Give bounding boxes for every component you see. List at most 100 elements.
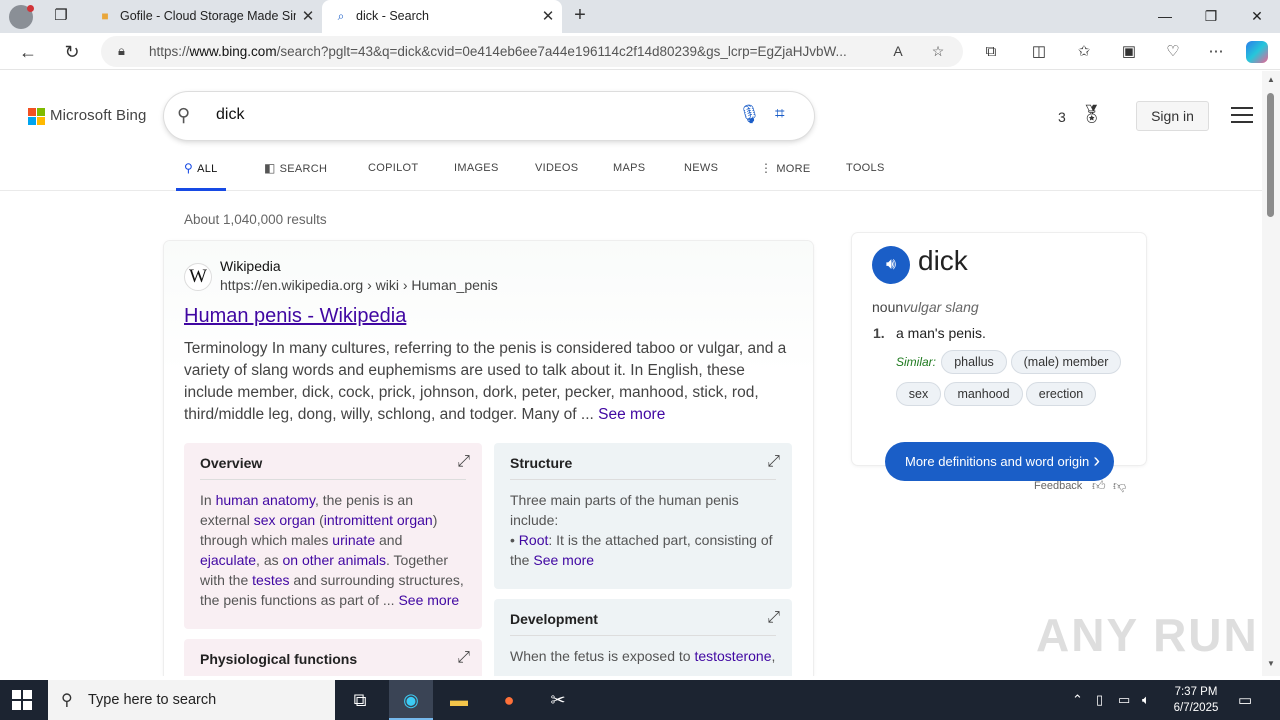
thumbs-up-icon[interactable]: 👍︎ [1092,478,1106,494]
tab-maps[interactable]: MAPS [613,159,645,191]
site-name[interactable]: Wikipedia [220,258,281,274]
edge-browser-icon[interactable]: ◉ [389,680,433,720]
development-card[interactable]: Development ⤢ When the fetus is exposed … [494,599,792,676]
inline-link[interactable]: on other animals [283,552,387,568]
back-icon[interactable]: ← [15,39,41,65]
thumbs-down-icon[interactable]: 👎︎ [1113,478,1126,494]
tab-images[interactable]: IMAGES [454,159,499,191]
similar-chip[interactable]: manhood [944,382,1023,406]
speaker-icon[interactable]: 🔊︎ [872,246,910,284]
taskbar-search-box[interactable]: ⚲ Type here to search [48,680,335,720]
inline-link[interactable]: See more [533,552,594,568]
tab-copilot[interactable]: COPILOT [368,159,418,191]
tab-videos[interactable]: VIDEOS [535,159,578,191]
tab-news[interactable]: NEWS [684,159,718,191]
expand-icon[interactable]: ⤢ [457,649,470,667]
rewards-medal-icon[interactable]: 🏅︎ [1080,104,1103,125]
browser-essentials-icon[interactable]: ♡ [1161,41,1185,63]
inline-link[interactable]: ejaculate [200,552,256,568]
structure-card[interactable]: Structure ⤢ Three main parts of the huma… [494,443,792,589]
similar-label: Similar: [896,355,937,369]
capcut-app-icon[interactable]: ✂ [536,680,580,720]
physiological-functions-card[interactable]: Physiological functions ⤢ [184,639,482,676]
search-input[interactable]: dick [216,106,244,124]
tab-more[interactable]: ⋮ MORE [760,159,811,191]
feedback-link[interactable]: Feedback [1034,480,1082,492]
search-icon[interactable]: ⚲ [177,105,190,126]
scroll-down-icon[interactable]: ▼ [1266,659,1276,668]
similar-chip[interactable]: (male) member [1011,350,1121,374]
inline-link[interactable]: Root [519,532,549,548]
show-hidden-icons-icon[interactable]: ⌃ [1072,692,1083,708]
collections-icon[interactable]: ▣ [1117,41,1141,63]
read-aloud-icon[interactable]: A [888,41,908,61]
more-definitions-button[interactable]: More definitions and word origin › [885,442,1114,481]
search-box[interactable]: ⚲ dick 🎙︎ ⌗ [164,92,814,140]
favorite-star-icon[interactable]: ☆ [928,41,948,61]
menu-icon[interactable] [1231,107,1253,128]
expand-icon[interactable]: ⤢ [457,453,470,471]
favorites-icon[interactable]: ✩ [1072,41,1096,63]
inline-link[interactable]: urinate [332,532,375,548]
settings-more-icon[interactable]: ⋯ [1204,41,1228,63]
result-title-link[interactable]: Human penis - Wikipedia [184,305,406,328]
site-url[interactable]: https://en.wikipedia.org › wiki › Human_… [220,277,498,293]
expand-icon[interactable]: ⤢ [767,453,780,471]
address-bar[interactable]: 🔒︎ https://www.bing.com/search?pglt=43&q… [101,36,963,67]
inline-link[interactable]: See more [398,592,459,608]
refresh-icon[interactable]: ↻ [59,39,85,65]
page-scrollbar[interactable]: ▲ ▼ [1262,71,1280,676]
device-icon[interactable]: ▯ [1096,692,1103,708]
wikipedia-logo-icon[interactable]: W [184,263,212,291]
close-window-icon[interactable]: ✕ [1234,0,1280,33]
scrollbar-thumb[interactable] [1267,93,1274,217]
inline-link[interactable]: intromittent organ [324,512,433,528]
rewards-count[interactable]: 3 [1058,109,1066,125]
tab-tools[interactable]: TOOLS [846,159,885,191]
inline-link[interactable]: testosterone [694,648,771,664]
tab-all[interactable]: ⚲ ALL [176,159,226,191]
body-text: Three main parts of the human penis incl… [510,492,739,528]
inline-link[interactable]: testes [252,572,289,588]
body-text: and [375,532,403,548]
inline-link[interactable]: human anatomy [216,492,315,508]
task-view-icon[interactable]: ⧉ [338,680,382,720]
extensions-icon[interactable]: ⧉ [979,41,1003,63]
url-text[interactable]: https://www.bing.com/search?pglt=43&q=di… [149,44,877,59]
visual-search-icon[interactable]: ⌗ [775,104,785,124]
browser-tab-gofile[interactable]: ■ Gofile - Cloud Storage Made Sim ✕ [86,0,322,33]
tab-actions-icon[interactable]: ❐ [50,6,72,26]
microphone-icon[interactable]: 🎙︎ [738,104,761,125]
profile-avatar-icon[interactable] [9,5,34,29]
firefox-icon[interactable]: ● [487,680,531,720]
similar-chip[interactable]: sex [896,382,941,406]
split-screen-icon[interactable]: ◫ [1027,41,1051,63]
definition-number: 1. [873,325,885,341]
inline-link[interactable]: sex organ [254,512,315,528]
new-tab-button[interactable]: + [568,4,592,28]
browser-tab-search[interactable]: ⌕ dick - Search ✕ [322,0,562,33]
network-icon[interactable]: ▭ [1118,692,1130,708]
file-explorer-icon[interactable]: ▬ [437,680,481,720]
lock-icon[interactable]: 🔒︎ [118,43,125,59]
similar-chip[interactable]: erection [1026,382,1096,406]
notifications-icon[interactable]: ▭ [1238,691,1252,709]
scroll-up-icon[interactable]: ▲ [1266,75,1276,84]
close-tab-icon[interactable]: ✕ [300,0,316,33]
copilot-icon[interactable] [1246,41,1268,63]
see-more-link[interactable]: See more [598,406,665,423]
overview-body: In human anatomy, the penis is an extern… [200,490,466,610]
tab-search[interactable]: ◧ SEARCH [264,159,327,191]
overview-card[interactable]: Overview ⤢ In human anatomy, the penis i… [184,443,482,629]
volume-icon[interactable]: 🔈︎ [1142,692,1150,708]
expand-icon[interactable]: ⤢ [767,609,780,627]
maximize-icon[interactable]: ❐ [1188,0,1234,33]
minimize-icon[interactable]: — [1142,0,1188,33]
taskbar-search-placeholder: Type here to search [88,692,217,708]
similar-chip[interactable]: phallus [941,350,1007,374]
sign-in-button[interactable]: Sign in [1136,101,1209,131]
taskbar-clock[interactable]: 7:37 PM 6/7/2025 [1168,684,1224,716]
windows-start-icon[interactable] [12,690,32,710]
close-tab-icon[interactable]: ✕ [540,0,556,33]
copilot-search-icon: ◧ [264,161,276,175]
